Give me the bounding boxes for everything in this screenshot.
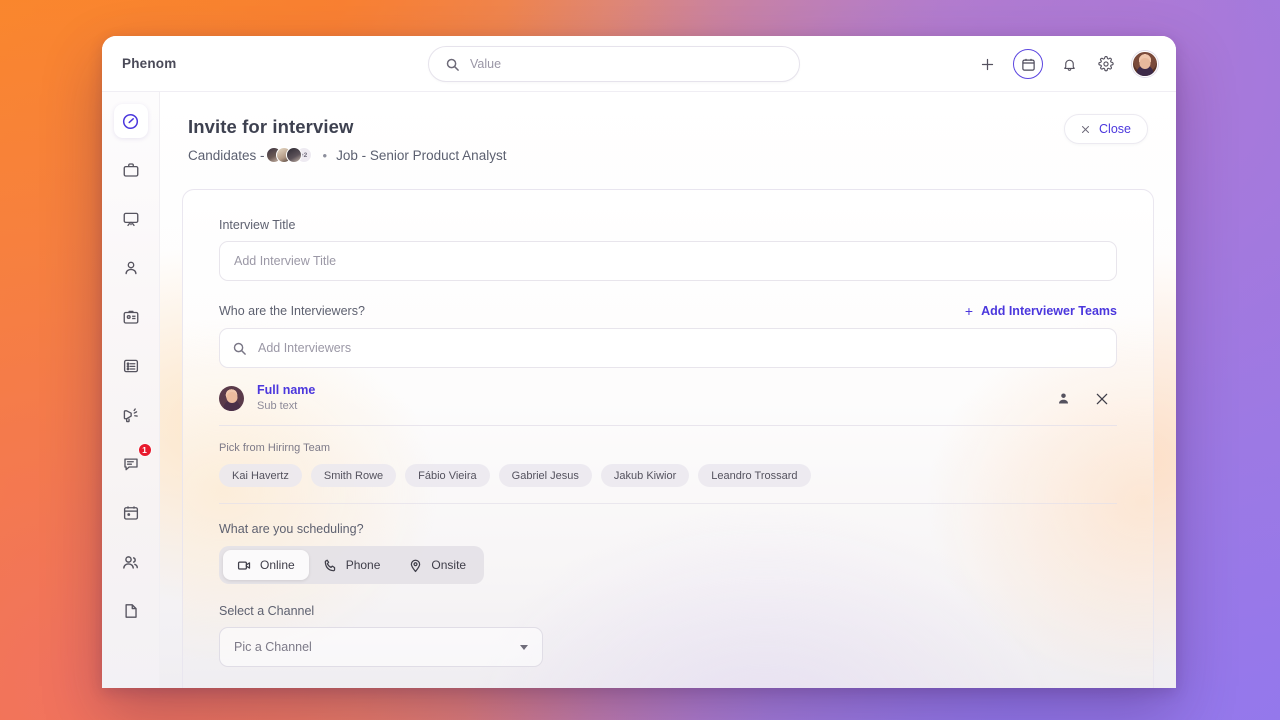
add-interviewer-teams-button[interactable]: + Add Interviewer Teams [965,303,1117,319]
search-placeholder: Value [470,57,502,71]
hiring-team-chips: Kai Havertz Smith Rowe Fábio Vieira Gabr… [219,464,1117,504]
map-pin-icon [408,558,423,573]
sidebar-item-teams[interactable] [114,545,148,579]
global-search[interactable]: Value [428,46,800,82]
list-icon [122,357,140,375]
person-icon[interactable] [1056,391,1071,406]
scheduling-type-toggle: Online Phone Onsite [219,546,485,584]
bell-icon[interactable] [1058,53,1080,75]
close-icon [1081,125,1090,134]
scheduling-option-label: Onsite [431,558,467,572]
gear-icon[interactable] [1095,53,1117,75]
breadcrumb: Candidates - +2 • Job - Senior Product A… [188,147,1148,163]
sidebar-item-jobs[interactable] [114,153,148,187]
scheduling-option-label: Online [260,558,295,572]
people-icon [121,553,140,572]
sidebar-item-documents[interactable] [114,594,148,628]
briefcase-icon [122,161,140,179]
calendar-icon[interactable] [1013,49,1043,79]
breadcrumb-job-label: Job - Senior Product Analyst [336,147,507,163]
sidebar-item-dashboard[interactable] [113,104,148,138]
messages-badge: 1 [137,443,152,457]
scheduling-label: What are you scheduling? [219,522,364,536]
breadcrumb-separator: • [322,147,328,163]
top-bar-actions [976,36,1158,92]
channel-select[interactable]: Pic a Channel [219,627,543,667]
channel-label: Select a Channel [219,604,315,618]
sidebar: 1 [102,92,160,688]
search-icon [232,341,247,356]
search-input[interactable]: Value [428,46,800,82]
selected-interviewer-row: Full name Sub text [219,382,1117,426]
person-icon [122,259,140,277]
add-interviewers-input[interactable]: Add Interviewers [219,328,1117,368]
top-bar: Phenom Value [102,36,1176,92]
id-badge-icon [122,308,140,326]
channel-placeholder: Pic a Channel [234,640,312,654]
invite-form-card: Interview Title Add Interview Title Who … [182,189,1154,688]
interviewers-field: Who are the Interviewers? + Add Intervie… [219,303,1117,368]
megaphone-icon [122,406,140,424]
sidebar-item-candidates[interactable] [114,251,148,285]
add-interviewers-placeholder: Add Interviewers [258,341,352,355]
user-avatar[interactable] [1132,51,1158,77]
video-camera-icon [237,558,252,573]
close-button-label: Close [1099,122,1131,136]
interviewers-label: Who are the Interviewers? [219,304,365,318]
interviewers-header: Who are the Interviewers? + Add Intervie… [219,303,1117,319]
hiring-team-chip[interactable]: Kai Havertz [219,464,302,487]
scheduling-option-phone[interactable]: Phone [309,550,395,580]
monitor-icon [122,210,140,228]
hiring-team-label: Pick from Hirirng Team [219,442,331,454]
selected-interviewer-text: Full name Sub text [257,382,1056,414]
speedometer-icon [121,112,140,131]
sidebar-item-messages[interactable]: 1 [114,443,152,481]
chat-icon [122,455,140,473]
selected-interviewer-subtext: Sub text [257,400,298,413]
interview-title-placeholder: Add Interview Title [234,254,337,268]
avatar [219,386,244,411]
page-header: Invite for interview Candidates - +2 • J… [160,92,1176,163]
plus-icon: + [964,303,974,319]
plus-icon[interactable] [976,53,998,75]
app-window: Phenom Value 1 Invite for interview Cand… [102,36,1176,688]
file-icon [122,602,140,620]
close-icon[interactable] [1095,392,1109,406]
app-body: 1 Invite for interview Candidates - +2 •… [102,92,1176,688]
avatar [285,147,302,163]
sidebar-item-lists[interactable] [114,349,148,383]
phone-icon [323,558,338,573]
selected-interviewer-actions [1056,391,1117,406]
scheduling-option-onsite[interactable]: Onsite [394,550,480,580]
interview-title-field: Interview Title Add Interview Title [219,218,1117,281]
scheduling-option-label: Phone [345,558,381,572]
selected-interviewer-name: Full name [257,383,316,398]
chevron-down-icon [520,644,528,650]
sidebar-item-campaigns[interactable] [114,398,148,432]
calendar-icon [122,504,140,522]
add-interviewer-teams-label: Add Interviewer Teams [981,304,1117,318]
hiring-team-chip[interactable]: Leandro Trossard [698,464,811,487]
search-icon [445,57,460,72]
hiring-team-chip[interactable]: Smith Rowe [310,464,397,487]
sidebar-item-profiles[interactable] [114,300,148,334]
interview-title-label: Interview Title [219,218,296,232]
close-button[interactable]: Close [1064,114,1148,144]
sidebar-item-screen[interactable] [114,202,148,236]
breadcrumb-candidates-label: Candidates - [188,147,265,163]
app-brand: Phenom [122,56,177,71]
interview-title-input[interactable]: Add Interview Title [219,241,1117,281]
hiring-team-chip[interactable]: Jakub Kiwior [600,464,690,487]
sidebar-item-calendar[interactable] [114,496,148,530]
page-title: Invite for interview [188,116,354,137]
hiring-team-chip[interactable]: Fábio Vieira [405,464,490,487]
scheduling-option-online[interactable]: Online [223,550,309,580]
hiring-team-chip[interactable]: Gabriel Jesus [498,464,592,487]
main-content: Invite for interview Candidates - +2 • J… [160,92,1176,688]
candidate-avatar-stack[interactable]: +2 [265,147,312,163]
